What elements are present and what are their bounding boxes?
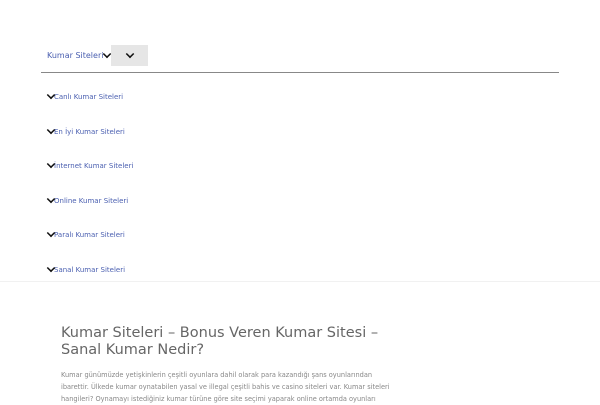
- submenu-link[interactable]: İnternet Kumar Siteleri: [54, 162, 133, 170]
- submenu-item[interactable]: Paralı Kumar Siteleri: [46, 218, 133, 253]
- submenu-toggle-button[interactable]: [111, 45, 148, 66]
- submenu-link[interactable]: Online Kumar Siteleri: [54, 197, 128, 205]
- section-divider: [0, 281, 600, 282]
- menu-item-kumar-siteleri[interactable]: Kumar Siteleri: [47, 45, 112, 66]
- submenu-item[interactable]: Online Kumar Siteleri: [46, 184, 133, 219]
- chevron-down-icon: [125, 49, 134, 58]
- submenu-link[interactable]: Canlı Kumar Siteleri: [54, 93, 123, 101]
- submenu-link[interactable]: Sanal Kumar Siteleri: [54, 266, 125, 274]
- submenu-item[interactable]: Canlı Kumar Siteleri: [46, 80, 133, 115]
- submenu-item[interactable]: En İyi Kumar Siteleri: [46, 115, 133, 150]
- submenu-link[interactable]: Paralı Kumar Siteleri: [54, 231, 125, 239]
- article-title: Kumar Siteleri – Bonus Veren Kumar Sites…: [61, 325, 379, 358]
- submenu-item[interactable]: İnternet Kumar Siteleri: [46, 149, 133, 184]
- submenu-link[interactable]: En İyi Kumar Siteleri: [54, 128, 125, 136]
- menu-link[interactable]: Kumar Siteleri: [47, 51, 103, 60]
- submenu: Canlı Kumar Siteleri En İyi Kumar Sitele…: [46, 80, 133, 287]
- divider: [41, 72, 559, 73]
